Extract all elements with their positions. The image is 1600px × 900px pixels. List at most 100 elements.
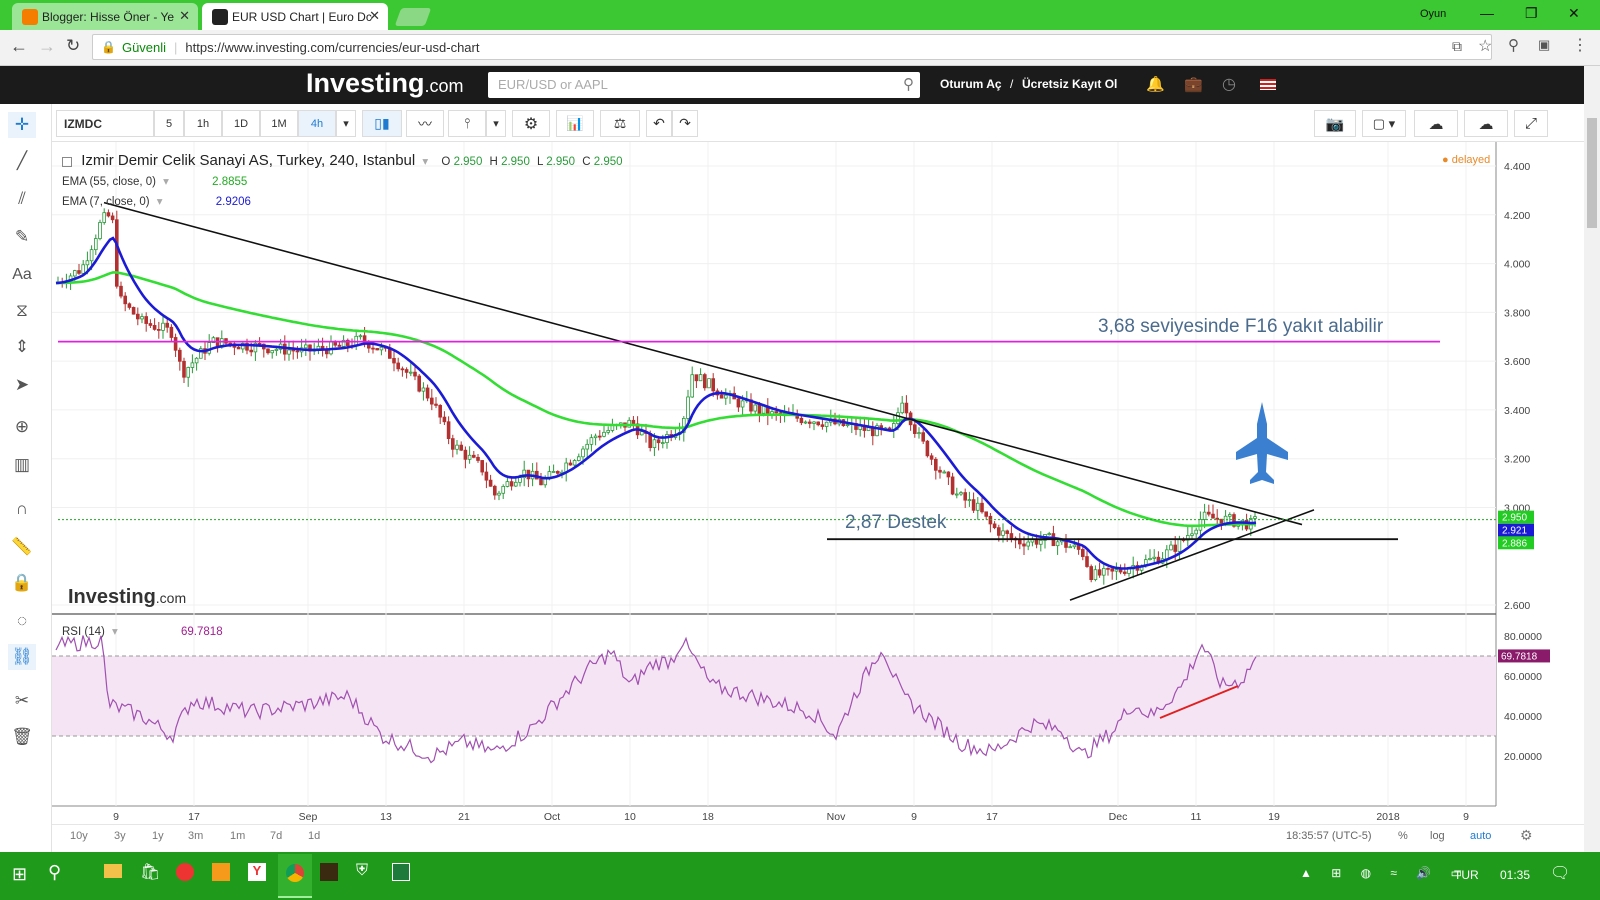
- text-icon[interactable]: Aa: [8, 262, 36, 288]
- rsi-legend[interactable]: RSI (14) ▾ 69.7818: [62, 624, 223, 638]
- ruler-icon[interactable]: 📏: [8, 534, 36, 560]
- pattern-icon[interactable]: ⧖: [8, 298, 36, 324]
- store-icon[interactable]: 🛍: [140, 862, 160, 882]
- candles-icon[interactable]: ▯▮: [362, 110, 402, 137]
- percent-toggle[interactable]: %: [1398, 830, 1408, 842]
- range-3m[interactable]: 3m: [188, 830, 203, 842]
- ema55-legend[interactable]: EMA (55, close, 0) ▾ 2.8855: [62, 174, 247, 188]
- flag-us-icon[interactable]: [1260, 79, 1276, 90]
- scrollbar-thumb[interactable]: [1587, 118, 1597, 228]
- studies-icon[interactable]: 📊: [556, 110, 594, 137]
- interval-5[interactable]: 5: [154, 110, 184, 137]
- close-window-icon[interactable]: ✕: [1568, 5, 1580, 22]
- chrome-taskbar-item[interactable]: [278, 854, 312, 898]
- auto-toggle[interactable]: auto: [1470, 830, 1491, 842]
- undo-icon[interactable]: ↶: [646, 110, 672, 137]
- app-shield-icon[interactable]: ⛨: [356, 862, 368, 880]
- chart-settings-icon[interactable]: ⚙: [1520, 827, 1533, 844]
- explorer-icon[interactable]: [104, 864, 122, 878]
- symbol-input[interactable]: IZMDC: [56, 110, 154, 137]
- range-1m[interactable]: 1m: [230, 830, 245, 842]
- lock-drawings-icon[interactable]: 🔒: [8, 570, 36, 596]
- title-dropdown-icon[interactable]: ▾: [422, 156, 428, 168]
- redo-icon[interactable]: ↷: [672, 110, 698, 137]
- page-scrollbar[interactable]: [1584, 66, 1600, 852]
- input-language[interactable]: TUR: [1454, 868, 1479, 882]
- chart-canvas[interactable]: 4.4004.2004.0003.8003.6003.4003.2003.000…: [52, 142, 1584, 854]
- range-7d[interactable]: 7d: [270, 830, 282, 842]
- indicators-icon[interactable]: ⫯: [448, 110, 486, 137]
- interval-dropdown-icon[interactable]: ▾: [336, 110, 356, 137]
- maximize-icon[interactable]: ❐: [1525, 5, 1538, 22]
- range-1y[interactable]: 1y: [152, 830, 164, 842]
- back-icon[interactable]: ←: [10, 36, 28, 57]
- tab-investing[interactable]: EUR USD Chart | Euro Dc ✕: [202, 3, 388, 30]
- search-ext-icon[interactable]: ⚲: [1508, 36, 1519, 54]
- app-red-icon[interactable]: [176, 863, 194, 881]
- close-tab-icon[interactable]: ✕: [369, 8, 380, 24]
- taskbar-clock[interactable]: 01:35: [1500, 868, 1530, 882]
- tray-icons[interactable]: ▲ ⊞ ◍ ≈ 🔊 ▭: [1300, 866, 1470, 880]
- crosshair-icon[interactable]: ✛: [8, 112, 36, 138]
- collapse-icon[interactable]: [62, 156, 72, 167]
- site-search[interactable]: EUR/USD or AAPL ⚲: [488, 72, 920, 98]
- portfolio-icon[interactable]: 💼: [1184, 75, 1203, 93]
- translate-icon[interactable]: ⧉: [1452, 38, 1462, 55]
- forward-icon[interactable]: →: [38, 36, 56, 57]
- magnet-icon[interactable]: ∩: [8, 496, 36, 522]
- search-taskbar-icon[interactable]: ⚲: [48, 862, 61, 883]
- extension-icon[interactable]: ▣: [1538, 37, 1550, 53]
- tab-blogger[interactable]: Blogger: Hisse Öner - Ye ✕: [12, 3, 198, 30]
- fib-icon[interactable]: ⫽: [8, 186, 36, 212]
- minimize-icon[interactable]: —: [1480, 5, 1494, 21]
- close-tab-icon[interactable]: ✕: [179, 8, 190, 24]
- windows-start-icon[interactable]: ⊞: [12, 864, 27, 885]
- menu-icon[interactable]: ⋮: [1572, 35, 1588, 55]
- new-tab-button[interactable]: [394, 8, 432, 26]
- profile-name[interactable]: Oyun: [1420, 8, 1446, 20]
- range-1d[interactable]: 1d: [308, 830, 320, 842]
- notifications-icon[interactable]: 🗨: [1550, 863, 1570, 883]
- yandex-icon[interactable]: Y: [248, 863, 266, 881]
- bell-icon[interactable]: 🔔: [1146, 75, 1165, 93]
- interval-1d[interactable]: 1D: [222, 110, 260, 137]
- login-link[interactable]: Oturum Aç: [940, 77, 1002, 91]
- interval-4h[interactable]: 4h: [298, 110, 336, 137]
- app-dark-icon[interactable]: [320, 863, 338, 881]
- trash-icon[interactable]: 🗑: [8, 724, 36, 750]
- layout-icon[interactable]: ▢ ▾: [1362, 110, 1406, 137]
- zoom-in-icon[interactable]: ⊕: [8, 414, 36, 440]
- register-link[interactable]: Ücretsiz Kayıt Ol: [1022, 77, 1117, 91]
- settings-icon[interactable]: ⚙: [512, 110, 550, 137]
- annotation-support[interactable]: 2,87 Destek: [845, 512, 946, 534]
- brush-icon[interactable]: ✎: [8, 224, 36, 250]
- remove-tools-icon[interactable]: ✂: [8, 688, 36, 714]
- ema7-legend[interactable]: EMA (7, close, 0) ▾ 2.9206: [62, 194, 251, 208]
- site-logo[interactable]: Investing.com: [306, 68, 464, 99]
- range-10y[interactable]: 10y: [70, 830, 88, 842]
- log-toggle[interactable]: log: [1430, 830, 1445, 842]
- compare-icon[interactable]: ⚖: [600, 110, 640, 137]
- trend-line-icon[interactable]: ╱: [8, 148, 36, 174]
- media-icon[interactable]: [212, 863, 230, 881]
- bookmark-star-icon[interactable]: ☆: [1478, 36, 1492, 56]
- measure-icon[interactable]: ⇕: [8, 334, 36, 360]
- cloud-download-icon[interactable]: ☁: [1414, 110, 1458, 137]
- hide-icon[interactable]: ◌: [8, 608, 36, 634]
- chart-area[interactable]: 4.400 4.200 4.000 3.800 3.600 3.400 3.200 3.000…: [52, 142, 1584, 854]
- link-icon[interactable]: ⛓: [8, 644, 36, 670]
- annotation-f16[interactable]: 3,68 seviyesinde F16 yakıt alabilir: [1098, 316, 1383, 338]
- range-3y[interactable]: 3y: [114, 830, 126, 842]
- cloud-upload-icon[interactable]: ☁: [1464, 110, 1508, 137]
- fullscreen-icon[interactable]: ⤢: [1514, 110, 1548, 137]
- indicators-dropdown-icon[interactable]: ▾: [486, 110, 506, 137]
- url-field[interactable]: 🔒 Güvenli | https://www.investing.com/cu…: [92, 34, 1492, 60]
- forecast-icon[interactable]: ➤: [8, 372, 36, 398]
- bars-icon[interactable]: ▥: [8, 452, 36, 478]
- app-excel-icon[interactable]: [392, 863, 410, 881]
- interval-1h[interactable]: 1h: [184, 110, 222, 137]
- clock-icon[interactable]: ◷: [1222, 74, 1236, 94]
- interval-1m[interactable]: 1M: [260, 110, 298, 137]
- camera-icon[interactable]: 📷: [1314, 110, 1356, 137]
- line-style-icon[interactable]: 〰: [406, 110, 444, 137]
